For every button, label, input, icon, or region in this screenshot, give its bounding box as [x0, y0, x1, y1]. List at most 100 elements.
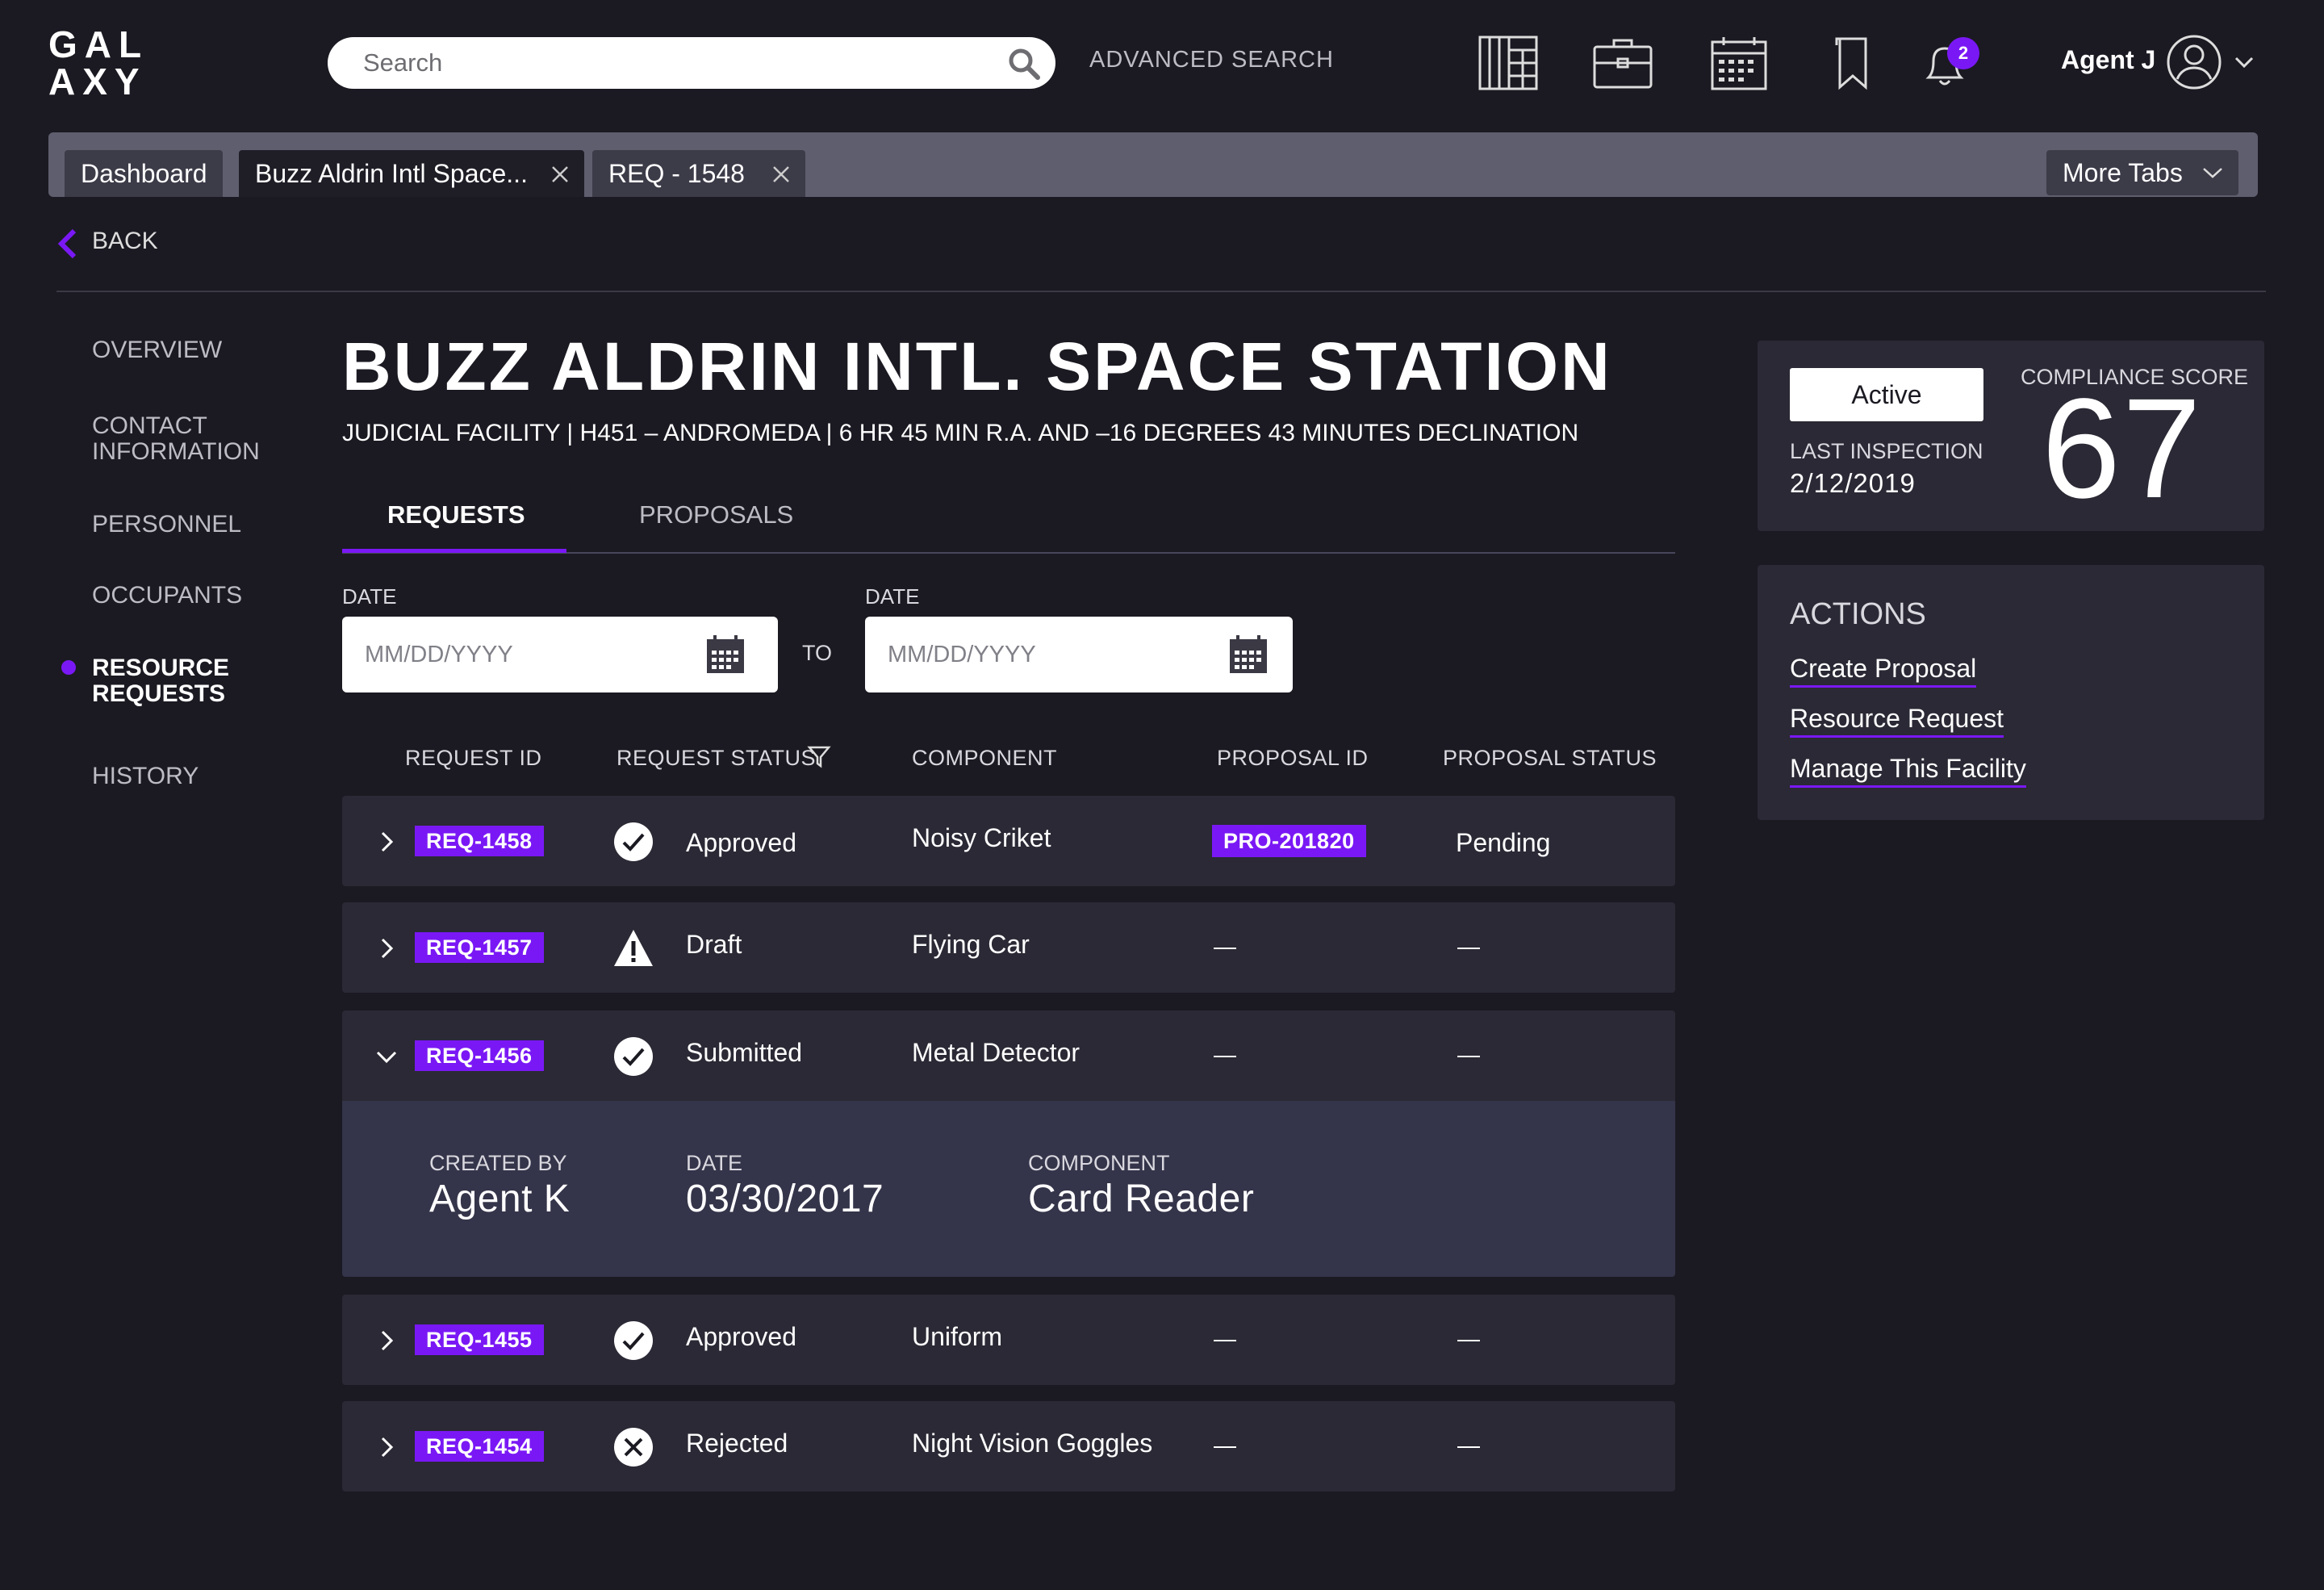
calendar-icon[interactable]	[1709, 36, 1769, 90]
logo-line-1: GAL	[48, 23, 149, 65]
nav-label: REQUESTS	[92, 680, 226, 707]
search-bar	[328, 37, 1055, 89]
last-inspection-label: LAST INSPECTION	[1790, 439, 1983, 463]
page-title: BUZZ ALDRIN INTL. SPACE STATION	[342, 328, 1612, 404]
nav-personnel[interactable]: PERSONNEL	[92, 512, 241, 538]
start-date-label: DATE	[342, 584, 397, 609]
nav-contact-information[interactable]: CONTACT INFORMATION	[92, 413, 260, 465]
detail-date-label: DATE	[686, 1151, 743, 1175]
tab-request[interactable]: REQ - 1548	[592, 150, 805, 197]
created-by-value: Agent K	[429, 1178, 571, 1220]
empty-proposal-status	[1457, 1340, 1480, 1341]
tab-proposals[interactable]: PROPOSALS	[639, 500, 793, 529]
nav-label: CONTACT	[92, 412, 207, 439]
close-icon[interactable]	[550, 165, 570, 184]
chevron-right-icon[interactable]	[374, 1435, 399, 1459]
manage-facility-link[interactable]: Manage This Facility	[1790, 754, 2026, 788]
request-id-tag[interactable]: REQ-1454	[415, 1431, 544, 1462]
tab-dashboard[interactable]: Dashboard	[65, 150, 223, 197]
nav-label: INFORMATION	[92, 438, 260, 465]
nav-occupants[interactable]: OCCUPANTS	[92, 583, 242, 609]
request-id-tag[interactable]: REQ-1456	[415, 1040, 544, 1071]
search-icon[interactable]	[1007, 47, 1041, 81]
column-header-component: COMPONENT	[912, 746, 1057, 770]
request-detail-panel: CREATED BY Agent K DATE 03/30/2017 COMPO…	[342, 1101, 1675, 1277]
logo-line-2: AXY	[48, 61, 147, 103]
empty-proposal-status	[1457, 1446, 1480, 1448]
chevron-down-icon[interactable]	[2232, 50, 2256, 74]
chevron-right-icon[interactable]	[374, 1328, 399, 1353]
detail-component-label: COMPONENT	[1028, 1151, 1170, 1175]
status-badge: Active	[1790, 368, 1983, 421]
empty-proposal-id	[1214, 948, 1236, 949]
facility-subtitle: JUDICIAL FACILITY | H451 – ANDROMEDA | 6…	[342, 420, 1579, 446]
more-tabs-label: More Tabs	[2063, 158, 2183, 187]
more-tabs-dropdown[interactable]: More Tabs	[2046, 150, 2238, 195]
column-header-proposal-id: PROPOSAL ID	[1217, 746, 1369, 770]
bookmark-icon[interactable]	[1824, 36, 1883, 90]
column-header-request-status: REQUEST STATUS	[617, 746, 817, 770]
table-row-expanded[interactable]: REQ-1456 Submitted Metal Detector	[342, 1010, 1675, 1101]
user-name[interactable]: Agent J	[2061, 45, 2155, 75]
chevron-right-icon[interactable]	[374, 830, 399, 854]
end-date-input[interactable]	[888, 617, 1194, 692]
x-circle-icon	[614, 1428, 653, 1467]
back-chevron-icon[interactable]	[56, 228, 77, 260]
tab-requests[interactable]: REQUESTS	[387, 500, 525, 529]
calendar-icon[interactable]	[705, 634, 746, 675]
detail-date-value: 03/30/2017	[686, 1178, 884, 1220]
active-indicator	[61, 660, 76, 675]
warning-icon	[614, 930, 653, 966]
check-circle-icon	[614, 1037, 653, 1076]
component: Night Vision Goggles	[912, 1429, 1153, 1458]
created-by-label: CREATED BY	[429, 1151, 567, 1175]
request-id-tag[interactable]: REQ-1458	[415, 826, 544, 856]
empty-proposal-id	[1214, 1056, 1236, 1057]
building-grid-icon[interactable]	[1478, 36, 1538, 90]
resource-request-link[interactable]: Resource Request	[1790, 704, 2004, 738]
end-date-field	[865, 617, 1293, 692]
request-status: Rejected	[686, 1429, 788, 1458]
search-input[interactable]	[363, 37, 976, 89]
component: Flying Car	[912, 930, 1030, 959]
create-proposal-link[interactable]: Create Proposal	[1790, 654, 1977, 688]
close-icon[interactable]	[771, 165, 791, 184]
notification-badge: 2	[1947, 37, 1979, 69]
back-link[interactable]: BACK	[92, 228, 158, 255]
empty-proposal-id	[1214, 1340, 1236, 1341]
nav-history[interactable]: HISTORY	[92, 764, 199, 789]
empty-proposal-status	[1457, 948, 1480, 949]
nav-resource-requests[interactable]: RESOURCE REQUESTS	[92, 655, 229, 707]
request-status: Submitted	[686, 1038, 803, 1067]
column-header-request-id: REQUEST ID	[405, 746, 542, 770]
compliance-score-value: 67	[2042, 370, 2203, 528]
galaxy-logo[interactable]: GAL AXY	[48, 26, 148, 100]
tab-label: Dashboard	[81, 159, 207, 188]
chevron-down-icon[interactable]	[374, 1044, 399, 1069]
chevron-down-icon	[2203, 168, 2222, 178]
request-id-tag[interactable]: REQ-1455	[415, 1324, 544, 1355]
table-row[interactable]: REQ-1454 Rejected Night Vision Goggles	[342, 1401, 1675, 1492]
filter-icon[interactable]	[807, 744, 831, 768]
tab-label: Buzz Aldrin Intl Space...	[255, 159, 528, 188]
chevron-right-icon[interactable]	[374, 936, 399, 960]
check-circle-icon	[614, 822, 653, 861]
table-row[interactable]: REQ-1458 Approved Noisy Criket PRO-20182…	[342, 796, 1675, 886]
table-row[interactable]: REQ-1455 Approved Uniform	[342, 1295, 1675, 1385]
last-inspection-value: 2/12/2019	[1790, 468, 1916, 498]
request-status: Approved	[686, 828, 796, 857]
proposal-status: Pending	[1456, 828, 1551, 857]
user-avatar-icon[interactable]	[2166, 34, 2222, 90]
briefcase-icon[interactable]	[1593, 36, 1653, 90]
nav-overview[interactable]: OVERVIEW	[92, 337, 222, 363]
nav-label: RESOURCE	[92, 655, 230, 681]
start-date-input[interactable]	[365, 617, 671, 692]
tab-facility[interactable]: Buzz Aldrin Intl Space...	[239, 150, 584, 197]
column-header-proposal-status: PROPOSAL STATUS	[1443, 746, 1657, 770]
table-row[interactable]: REQ-1457 Draft Flying Car	[342, 902, 1675, 993]
advanced-search-link[interactable]: ADVANCED SEARCH	[1089, 47, 1334, 73]
proposal-id-tag[interactable]: PRO-201820	[1212, 825, 1366, 857]
calendar-icon[interactable]	[1228, 634, 1269, 675]
component: Metal Detector	[912, 1038, 1080, 1067]
request-id-tag[interactable]: REQ-1457	[415, 932, 544, 963]
